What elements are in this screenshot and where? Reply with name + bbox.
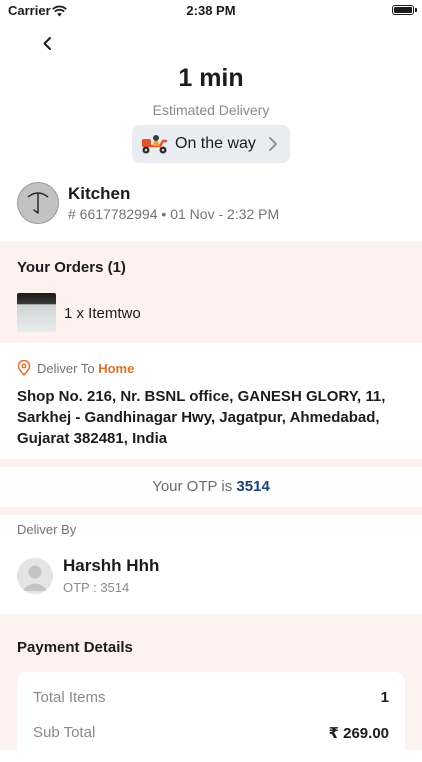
address-type: Home (98, 361, 135, 376)
total-items-value: 1 (380, 689, 389, 706)
divider-band (0, 459, 422, 467)
subtotal-value: ₹ 269.00 (328, 725, 389, 742)
person-icon (17, 558, 53, 594)
location-pin-icon (17, 359, 31, 381)
battery-icon (392, 5, 417, 15)
orders-section: Your Orders (1) 1 x Itemtwo (0, 241, 422, 343)
avatar (17, 558, 53, 594)
payment-section: Payment Details Total Items 1 Sub Total … (0, 614, 422, 762)
order-number-date: # 6617782994 • 01 Nov - 2:32 PM (68, 206, 280, 222)
order-status-label: On the way (175, 135, 256, 152)
scooter-icon (140, 133, 170, 160)
deliver-by-label: Deliver By (17, 522, 77, 537)
divider-band (0, 507, 422, 515)
driver-otp: OTP : 3514 (63, 580, 130, 595)
deliver-to-prefix: Deliver To (37, 361, 99, 376)
clock: 2:38 PM (186, 3, 236, 18)
store-name: Kitchen (68, 184, 131, 203)
total-items-label: Total Items (33, 689, 106, 706)
store-logo (17, 182, 59, 224)
payment-card: Total Items 1 Sub Total ₹ 269.00 (17, 672, 405, 762)
store-logo-icon (18, 183, 58, 223)
payment-title: Payment Details (17, 639, 133, 656)
status-bar: Carrier 2:38 PM (0, 0, 422, 22)
order-status-button[interactable]: On the way (132, 125, 290, 163)
order-item-label[interactable]: 1 x Itemtwo (64, 305, 141, 322)
item-thumbnail (17, 293, 56, 332)
eta-value: 1 min (178, 64, 244, 92)
otp-banner: Your OTP is 3514 (0, 478, 422, 495)
driver-name: Harshh Hhh (63, 556, 160, 575)
deliver-to-label: Deliver To Home (37, 361, 134, 376)
subtotal-label: Sub Total (33, 724, 96, 741)
otp-code: 3514 (236, 478, 270, 495)
orders-title: Your Orders (1) (17, 259, 126, 276)
otp-prefix: Your OTP is (152, 478, 237, 495)
eta-label: Estimated Delivery (152, 102, 270, 118)
chevron-left-icon (43, 37, 51, 50)
delivery-address: Shop No. 216, Nr. BSNL office, GANESH GL… (17, 388, 386, 447)
back-button[interactable] (38, 34, 58, 54)
chevron-right-icon (268, 136, 278, 157)
